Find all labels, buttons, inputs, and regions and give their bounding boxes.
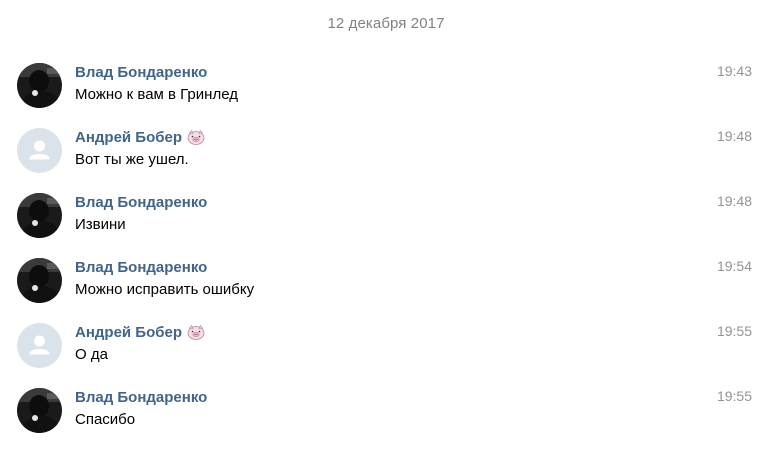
message-text: Можно исправить ошибку	[75, 281, 255, 298]
date-divider: 12 декабря 2017	[327, 15, 445, 32]
avatar[interactable]	[17, 193, 62, 238]
message-item[interactable]: Влад Бондаренко Можно к вам в Гринлед 19…	[0, 63, 768, 123]
user-photo-icon	[17, 388, 62, 433]
message-item[interactable]: Андрей Бобер Вот ты же ушел. 19:48	[0, 128, 768, 188]
user-photo-icon	[17, 193, 62, 238]
user-photo-icon	[17, 258, 62, 303]
message-author[interactable]: Влад Бондаренко	[75, 259, 207, 276]
message-author[interactable]: Влад Бондаренко	[75, 194, 207, 211]
message-time[interactable]: 19:55	[717, 388, 752, 404]
message-author[interactable]: Андрей Бобер	[75, 324, 205, 344]
message-text: Вот ты же ушел.	[75, 151, 189, 168]
avatar[interactable]	[17, 323, 62, 368]
message-item[interactable]: Влад Бондаренко Спасибо 19:55	[0, 388, 768, 448]
message-time[interactable]: 19:54	[717, 258, 752, 274]
avatar[interactable]	[17, 258, 62, 303]
message-item[interactable]: Влад Бондаренко Можно исправить ошибку 1…	[0, 258, 768, 318]
message-text: Извини	[75, 216, 126, 233]
message-author[interactable]: Андрей Бобер	[75, 129, 205, 149]
message-text: О да	[75, 346, 108, 363]
message-item[interactable]: Андрей Бобер О да 19:55	[0, 323, 768, 383]
avatar[interactable]	[17, 388, 62, 433]
user-photo-icon	[17, 63, 62, 108]
default-user-icon	[17, 323, 62, 368]
message-author[interactable]: Влад Бондаренко	[75, 64, 207, 81]
default-user-icon	[17, 128, 62, 173]
message-item[interactable]: Влад Бондаренко Извини 19:48	[0, 193, 768, 253]
pig-emoji-icon	[187, 324, 205, 344]
message-time[interactable]: 19:55	[717, 323, 752, 339]
pig-emoji-icon	[187, 129, 205, 149]
message-time[interactable]: 19:48	[717, 193, 752, 209]
message-author[interactable]: Влад Бондаренко	[75, 389, 207, 406]
avatar[interactable]	[17, 128, 62, 173]
message-text: Спасибо	[75, 411, 136, 428]
message-text: Можно к вам в Гринлед	[75, 86, 238, 103]
avatar[interactable]	[17, 63, 62, 108]
message-time[interactable]: 19:43	[717, 63, 752, 79]
message-time[interactable]: 19:48	[717, 128, 752, 144]
